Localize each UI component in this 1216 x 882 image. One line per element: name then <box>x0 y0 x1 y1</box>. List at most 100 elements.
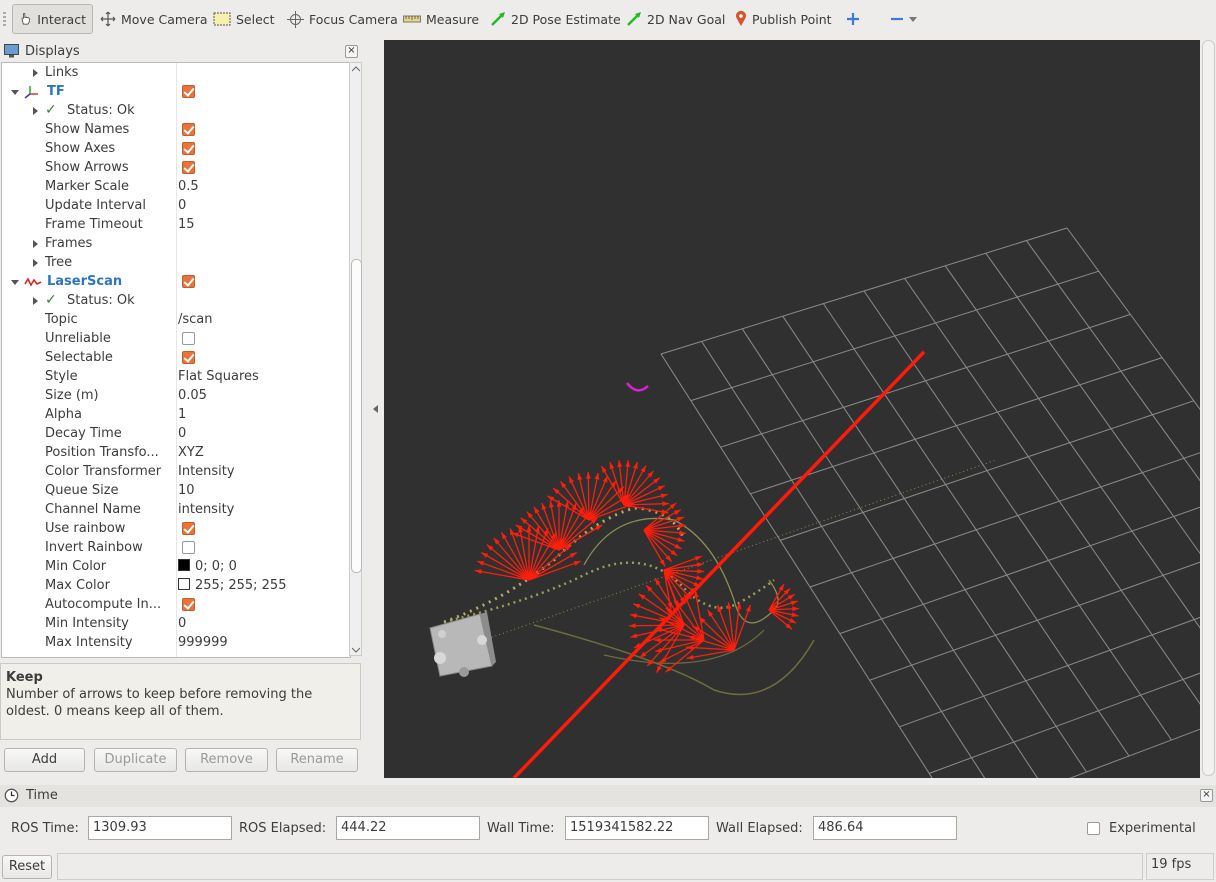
tree-row-unreliable[interactable]: Unreliable <box>2 330 350 349</box>
tree-row-position-transformer[interactable]: Position Transfo... XYZ <box>2 444 350 463</box>
tree-row-max-intensity[interactable]: Max Intensity 999999 <box>2 634 350 653</box>
ros-elapsed-field[interactable]: 444.22 <box>336 816 480 840</box>
tree-row-min-color[interactable]: Min Color 0; 0; 0 <box>2 558 350 577</box>
close-icon[interactable]: × <box>345 45 358 58</box>
row-value[interactable]: XYZ <box>178 445 204 460</box>
experimental-checkbox[interactable] <box>1087 822 1100 835</box>
row-value[interactable]: 10 <box>178 483 195 498</box>
rename-display-button[interactable]: Rename <box>276 748 358 772</box>
tree-row-links[interactable]: Links <box>2 64 350 83</box>
row-value[interactable]: 0 <box>178 616 186 631</box>
tree-row-use-rainbow[interactable]: Use rainbow <box>2 520 350 539</box>
measure-tool-button[interactable]: Measure <box>403 4 479 34</box>
publish-point-tool-button[interactable]: Publish Point <box>735 4 832 34</box>
collapse-left-panel-icon[interactable] <box>373 405 378 413</box>
time-panel-header: Time × <box>0 785 1216 807</box>
min-color-swatch[interactable] <box>178 559 190 571</box>
remove-tool-button[interactable] <box>890 4 917 34</box>
tf-enabled-checkbox[interactable] <box>182 85 195 98</box>
row-value[interactable]: 255; 255; 255 <box>178 578 286 593</box>
use-rainbow-checkbox[interactable] <box>182 522 195 535</box>
row-value[interactable]: 1 <box>178 407 186 422</box>
tree-row-tf[interactable]: TF <box>2 83 350 102</box>
tree-row-queue-size[interactable]: Queue Size 10 <box>2 482 350 501</box>
pose-estimate-tool-button[interactable]: 2D Pose Estimate <box>490 4 621 34</box>
close-icon[interactable]: × <box>1200 789 1213 802</box>
row-value[interactable]: 0; 0; 0 <box>178 559 237 574</box>
collapse-arrow-icon[interactable] <box>11 280 19 285</box>
tree-row-laserscan[interactable]: LaserScan <box>2 273 350 292</box>
focus-camera-tool-button[interactable]: Focus Camera <box>287 4 398 34</box>
tree-row-style[interactable]: Style Flat Squares <box>2 368 350 387</box>
show-axes-checkbox[interactable] <box>182 142 195 155</box>
interact-tool-button[interactable]: Interact <box>12 4 93 34</box>
row-label: Show Axes <box>45 141 116 156</box>
scrollbar-thumb[interactable] <box>351 259 362 573</box>
tree-row-tree[interactable]: Tree <box>2 254 350 273</box>
row-value[interactable]: /scan <box>178 312 213 327</box>
displays-scrollbar[interactable] <box>349 62 362 656</box>
expand-arrow-icon[interactable] <box>33 240 38 248</box>
row-value[interactable]: Flat Squares <box>178 369 259 384</box>
remove-display-button[interactable]: Remove <box>185 748 268 772</box>
selectable-checkbox[interactable] <box>182 351 195 364</box>
wall-time-field[interactable]: 1519341582.22 <box>565 816 709 840</box>
tree-row-topic[interactable]: Topic /scan <box>2 311 350 330</box>
tree-row-channel-name[interactable]: Channel Name intensity <box>2 501 350 520</box>
scroll-up-icon[interactable] <box>352 66 360 72</box>
select-tool-button[interactable]: Select <box>213 4 275 34</box>
render-viewport[interactable] <box>384 40 1200 778</box>
tree-row-update-interval[interactable]: Update Interval 0 <box>2 197 350 216</box>
expand-arrow-icon[interactable] <box>33 259 38 267</box>
show-arrows-checkbox[interactable] <box>182 161 195 174</box>
autocompute-intensity-checkbox[interactable] <box>182 598 195 611</box>
move-camera-tool-button[interactable]: Move Camera <box>100 4 208 34</box>
row-value[interactable]: 999999 <box>178 635 228 650</box>
tree-row-decay-time[interactable]: Decay Time 0 <box>2 425 350 444</box>
add-tool-button[interactable] <box>846 4 860 34</box>
toolbar-grip[interactable] <box>3 12 6 28</box>
expand-arrow-icon[interactable] <box>33 297 38 305</box>
tree-row-alpha[interactable]: Alpha 1 <box>2 406 350 425</box>
tree-row-selectable[interactable]: Selectable <box>2 349 350 368</box>
add-display-button[interactable]: Add <box>4 748 85 772</box>
tree-row-status[interactable]: ✓ Status: Ok <box>2 292 350 311</box>
tree-row-show-arrows[interactable]: Show Arrows <box>2 159 350 178</box>
invert-rainbow-checkbox[interactable] <box>182 541 195 554</box>
tree-row-min-intensity[interactable]: Min Intensity 0 <box>2 615 350 634</box>
tree-row-frame-timeout[interactable]: Frame Timeout 15 <box>2 216 350 235</box>
unreliable-checkbox[interactable] <box>182 332 195 345</box>
tree-row-invert-rainbow[interactable]: Invert Rainbow <box>2 539 350 558</box>
row-value[interactable]: 15 <box>178 217 195 232</box>
reset-button[interactable]: Reset <box>2 855 52 879</box>
row-value[interactable]: 0 <box>178 198 186 213</box>
show-names-checkbox[interactable] <box>182 123 195 136</box>
tree-row-status[interactable]: ✓ Status: Ok <box>2 102 350 121</box>
tree-row-size[interactable]: Size (m) 0.05 <box>2 387 350 406</box>
max-color-swatch[interactable] <box>178 578 190 590</box>
green-arrow-icon <box>491 12 505 26</box>
row-value[interactable]: intensity <box>178 502 234 517</box>
tree-row-marker-scale[interactable]: Marker Scale 0.5 <box>2 178 350 197</box>
tree-row-color-transformer[interactable]: Color Transformer Intensity <box>2 463 350 482</box>
ros-time-field[interactable]: 1309.93 <box>88 816 232 840</box>
tree-row-frames[interactable]: Frames <box>2 235 350 254</box>
row-value[interactable]: 0 <box>178 426 186 441</box>
collapse-arrow-icon[interactable] <box>11 90 19 95</box>
laserscan-enabled-checkbox[interactable] <box>182 275 195 288</box>
row-value[interactable]: Intensity <box>178 464 235 479</box>
tree-row-max-color[interactable]: Max Color 255; 255; 255 <box>2 577 350 596</box>
nav-goal-tool-button[interactable]: 2D Nav Goal <box>626 4 725 34</box>
tree-row-show-axes[interactable]: Show Axes <box>2 140 350 159</box>
wall-elapsed-field[interactable]: 486.64 <box>813 816 957 840</box>
scroll-down-icon[interactable] <box>352 647 360 653</box>
row-value[interactable]: 0.5 <box>178 179 199 194</box>
row-value[interactable]: 0.05 <box>178 388 207 403</box>
expand-arrow-icon[interactable] <box>33 107 38 115</box>
right-dock-handle[interactable] <box>1202 40 1215 776</box>
tree-row-autocompute-intensity[interactable]: Autocompute In... <box>2 596 350 615</box>
duplicate-display-button[interactable]: Duplicate <box>94 748 177 772</box>
tree-row-show-names[interactable]: Show Names <box>2 121 350 140</box>
expand-arrow-icon[interactable] <box>33 69 38 77</box>
scene-canvas[interactable] <box>384 40 1200 778</box>
